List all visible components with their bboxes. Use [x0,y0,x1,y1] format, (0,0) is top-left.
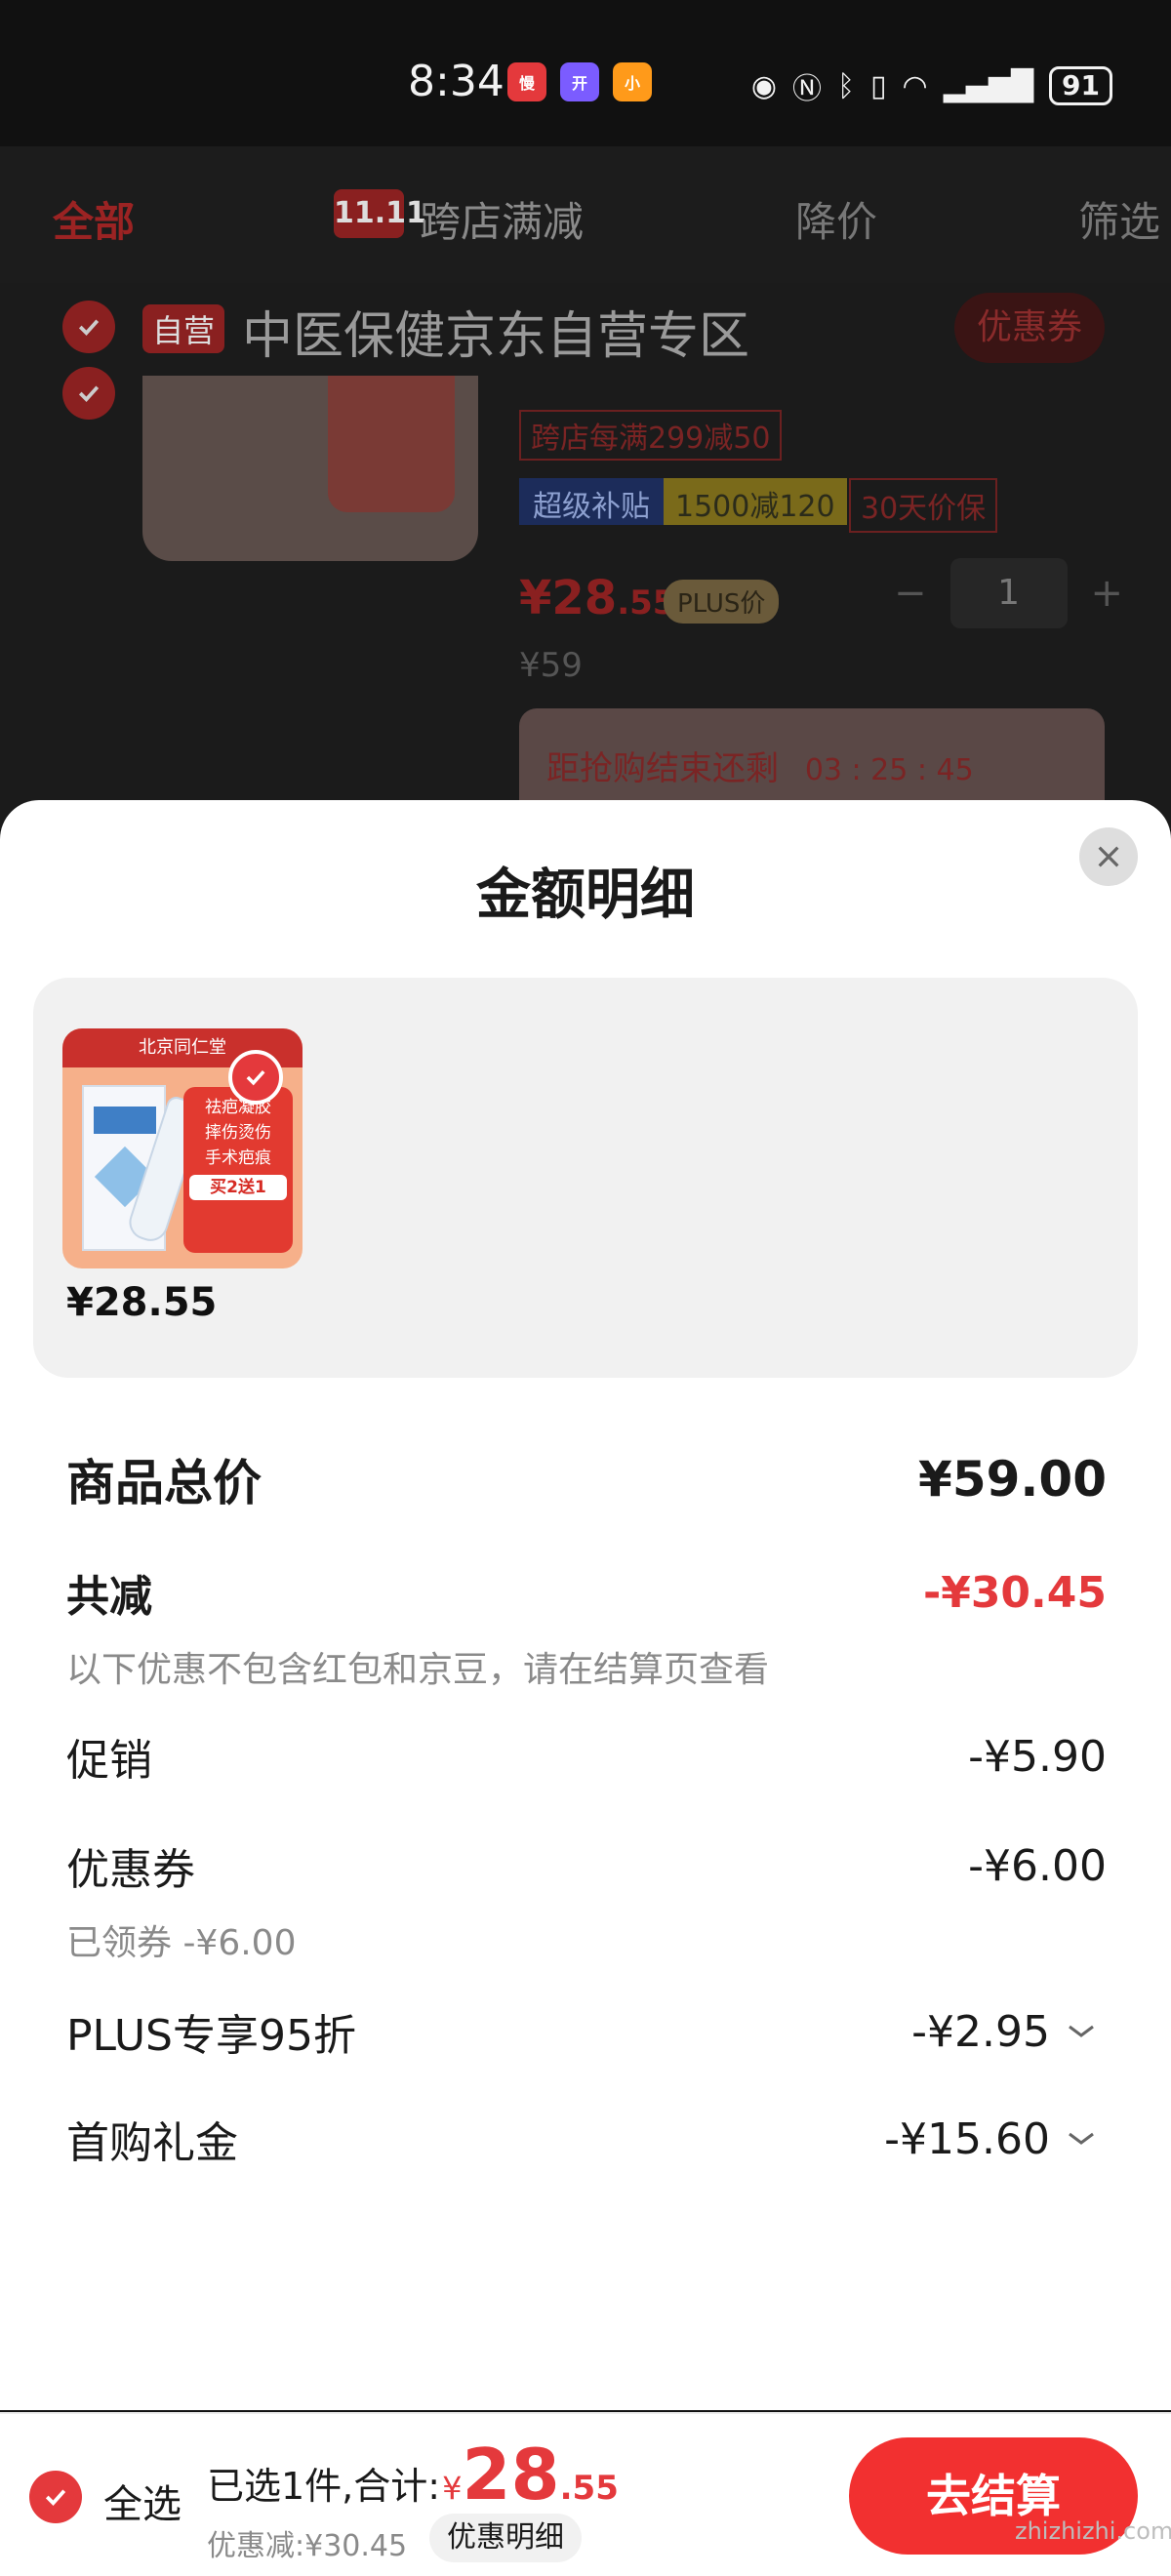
discount-note: 以下优惠不包含红包和京豆，请在结算页查看 [66,1650,770,1690]
original-price: ¥59 [519,646,583,685]
item-checkbox[interactable] [62,367,115,420]
cart-product-thumbnail[interactable] [142,376,478,561]
check-icon [78,319,100,336]
first-purchase-gift-value: -¥15.60 [884,2113,1050,2164]
first-purchase-gift-row[interactable]: 首购礼金 -¥15.60 [66,2108,1107,2170]
product-label: 祛疤凝胶 摔伤烫伤 手术疤痕 买2送1 [183,1087,293,1253]
select-all-label[interactable]: 全选 [103,2473,182,2529]
chevron-down-icon[interactable] [1062,2126,1101,2152]
total-summary: 已选1件,合计: ¥ 28 .55 [207,2439,619,2510]
checkout-bar: 全选 已选1件,合计: ¥ 28 .55 优惠减:¥30.45 优惠明细 去结算 [0,2412,1171,2576]
bluetooth-icon: ᛒ [837,68,856,103]
product-panel: 北京同仁堂 祛疤凝胶 摔伤烫伤 手术疤痕 买2送1 ¥28.55 [33,978,1138,1378]
eye-icon: ◉ [750,68,778,103]
nfc-icon: Ⓝ [792,72,823,106]
promotion-value: -¥5.90 [968,1731,1107,1782]
double-eleven-badge: 11.11 [334,189,426,238]
total-discount-label: 共减 [66,1572,152,1622]
promotion-row: 促销 -¥5.90 [66,1725,1107,1788]
app-notification-icon: 慢 [507,62,546,101]
plus-discount-row[interactable]: PLUS专享95折 -¥2.95 [66,2000,1107,2063]
plus-price-tag: PLUS价 [664,580,780,624]
first-purchase-gift-value-wrap: -¥15.60 [884,2114,1107,2164]
check-icon [45,2489,66,2506]
increase-button[interactable]: + [1091,571,1124,616]
subtotal-row: 商品总价 ¥59.00 [66,1444,1107,1514]
cross-store-promo-tag: 跨店每满299减50 [519,410,783,461]
check-icon [78,385,100,402]
selected-check-icon [228,1050,283,1105]
total-discount-row: 共减 -¥30.45 [66,1561,1107,1624]
close-icon [1098,846,1119,867]
close-button[interactable] [1079,827,1138,886]
store-checkbox[interactable] [62,301,115,353]
app-notification-icon: 开 [560,62,599,101]
claimed-coupon-text: 已领券 -¥6.00 [66,1923,297,1963]
sheet-title: 金额明细 [476,864,695,927]
quantity-stepper: − 1 + [894,558,1123,628]
total-integer: 28 [462,2434,560,2516]
status-bar: 8:34 慢 开 小 ◉ Ⓝ ᛒ ▯ ◠ ▂▄▆█ 91 [0,0,1171,146]
saved-amount: 优惠减:¥30.45 [207,2529,408,2563]
chevron-down-icon[interactable] [1062,2019,1101,2044]
thumbnail-box [328,376,455,512]
cart-tabs: 全部 11.11 跨店满减 降价 筛选 [0,146,1171,283]
amount-detail-sheet: 金额明细 北京同仁堂 祛疤凝胶 摔伤烫伤 手术疤痕 买2送1 ¥28.55 商品… [0,800,1171,2410]
select-all-checkbox[interactable] [29,2471,82,2523]
total-discount-value: -¥30.45 [922,1567,1107,1618]
countdown-timer: 03 : 25 : 45 [804,753,974,787]
watermark: zhizhizhi.com [1015,2517,1171,2545]
product-price: ¥28.55 [66,1280,218,1325]
self-operated-tag: 自营 [142,304,225,353]
discount-detail-button[interactable]: 优惠明细 [429,2514,582,2562]
tab-filter[interactable]: 筛选 [1078,189,1160,249]
store-coupon-button[interactable]: 优惠券 [954,293,1105,363]
wifi-icon: ◠ [902,68,928,103]
plus-discount-label: PLUS专享95折 [66,2011,356,2061]
super-subsidy-label: 超级补贴 [519,478,664,525]
plus-discount-value-wrap: -¥2.95 [911,2007,1107,2057]
total-currency: ¥ [442,2470,463,2507]
promotion-label: 促销 [66,1736,152,1786]
coupon-row: 优惠券 -¥6.00 [66,1834,1107,1897]
total-decimal: .55 [559,2469,619,2508]
status-time: 8:34 [408,57,505,106]
super-subsidy-value: 1500减120 [664,478,847,525]
coupon-label: 优惠券 [66,1845,195,1895]
product-thumbnail[interactable]: 北京同仁堂 祛疤凝胶 摔伤烫伤 手术疤痕 买2送1 [62,1028,303,1268]
tab-price-drop[interactable]: 降价 [795,189,877,249]
selected-count-text: 已选1件,合计: [207,2465,441,2508]
quantity-value[interactable]: 1 [949,558,1068,628]
countdown-label: 距抢购结束还剩 [546,749,779,788]
signal-icon: ▂▄▆█ [943,68,1034,103]
cart-item-price: ¥28.55 [519,571,676,625]
price-protect-tag: 30天价保 [849,478,998,533]
vibrate-icon: ▯ [870,68,887,103]
subtotal-value: ¥59.00 [918,1451,1107,1508]
tab-all[interactable]: 全部 [53,189,135,249]
super-subsidy-tag: 超级补贴 1500减120 [519,478,847,525]
app-notification-icon: 小 [613,62,652,101]
subtotal-label: 商品总价 [66,1455,262,1511]
battery-icon: 91 [1049,66,1112,105]
status-icons: ◉ Ⓝ ᛒ ▯ ◠ ▂▄▆█ 91 [751,64,1112,107]
plus-discount-value: -¥2.95 [911,2006,1050,2057]
first-purchase-gift-label: 首购礼金 [66,2118,238,2168]
store-name[interactable]: 中医保健京东自营专区 [242,295,749,368]
decrease-button[interactable]: − [894,571,927,616]
coupon-value: -¥6.00 [968,1840,1107,1891]
tab-cross-store[interactable]: 跨店满减 [420,189,584,249]
